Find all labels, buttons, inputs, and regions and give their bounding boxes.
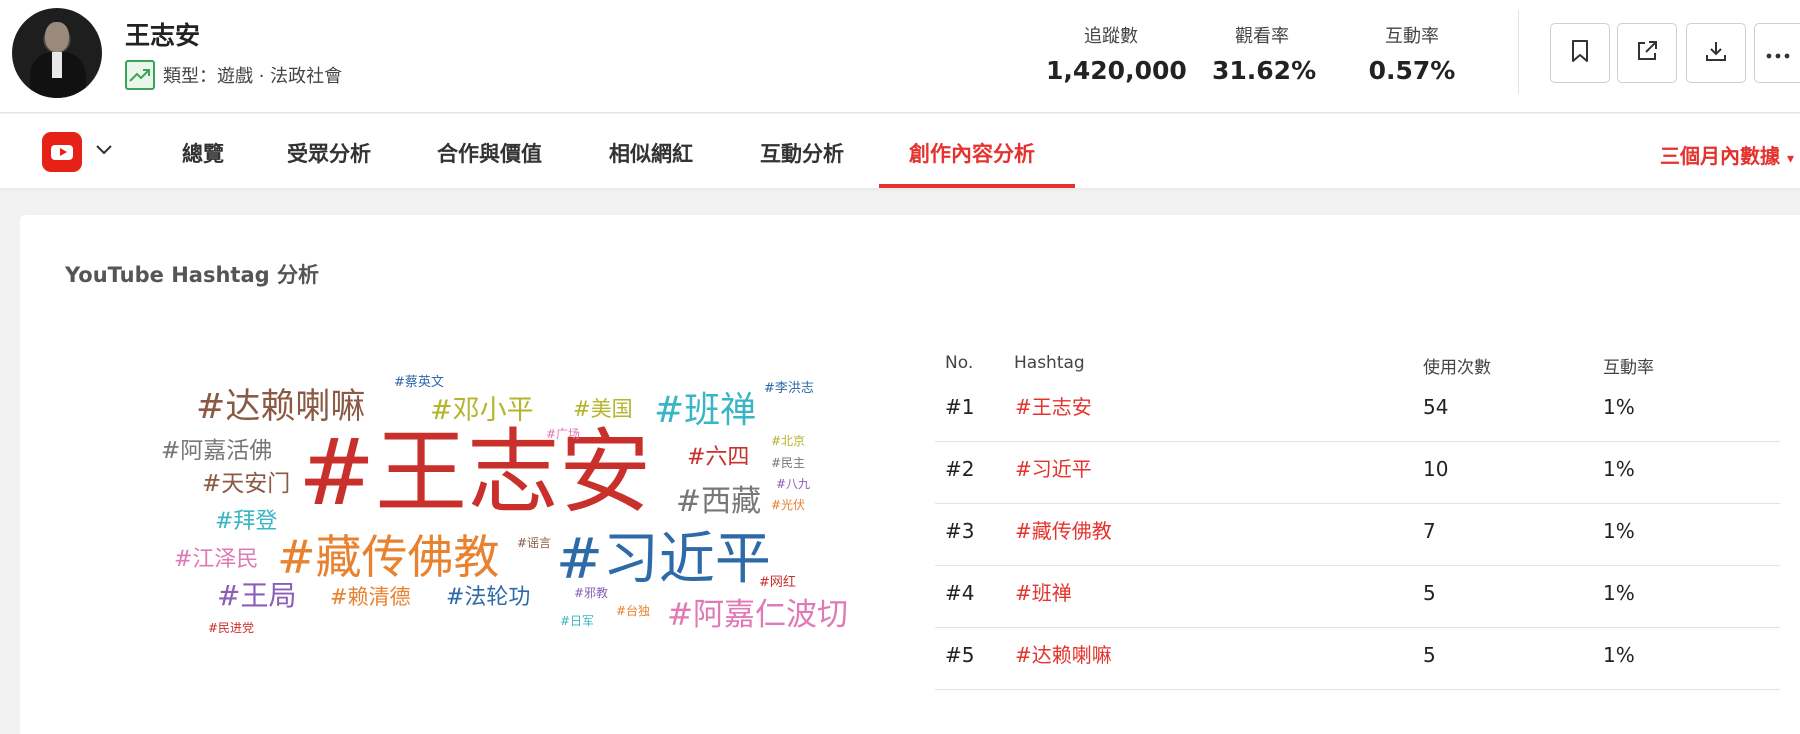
row-rate: 1% [1603,643,1635,667]
row-hashtag[interactable]: #班禅 [1015,566,1072,620]
cloud-word: #民主 [771,456,806,470]
stat-view-rate-value: 31.62% [1212,56,1317,85]
cloud-word: #北京 [771,434,806,448]
row-count: 5 [1423,643,1436,667]
period-label: 三個月內數據 [1660,144,1780,168]
row-count: 7 [1423,519,1436,543]
cloud-word: #广场 [546,427,581,441]
profile-type: 類型：遊戲 · 法政社會 [125,60,342,90]
cloud-word: #拜登 [215,509,278,534]
row-hashtag[interactable]: #习近平 [1015,442,1092,496]
profile-header: 王志安 類型：遊戲 · 法政社會 追蹤數 1,420,000 觀看率 31.62… [0,0,1800,113]
header-divider [1518,10,1519,94]
cloud-word: #六四 [687,445,750,470]
cloud-word: #西藏 [676,484,762,519]
share-button[interactable] [1617,23,1677,83]
hashtag-word-cloud: #王志安 #习近平 #藏传佛教 #达赖喇嘛 #班禅 #阿嘉仁波切 #邓小平 #西… [20,215,900,734]
row-number: #4 [945,581,975,605]
chevron-down-icon[interactable] [94,142,114,161]
row-rate: 1% [1603,457,1635,481]
tab-bar: 總覽 受眾分析 合作與價值 相似網紅 互動分析 創作內容分析 三個月內數據 ▾ [0,114,1800,188]
hashtag-card: YouTube Hashtag 分析 #王志安 #习近平 #藏传佛教 #达赖喇嘛… [20,215,1800,734]
cloud-word: #王志安 [298,419,652,526]
row-number: #5 [945,643,975,667]
stat-followers-value: 1,420,000 [1046,56,1187,85]
cloud-word: #班禅 [654,390,757,431]
period-selector[interactable]: 三個月內數據 ▾ [1660,140,1794,169]
cloud-word: #日军 [560,614,595,628]
row-count: 10 [1423,457,1449,481]
stat-engagement-rate-value: 0.57% [1368,56,1456,85]
tab-similar[interactable]: 相似網紅 [609,138,693,168]
bookmark-icon [1569,39,1591,67]
row-number: #1 [945,395,975,419]
table-row: #2 #习近平 10 1% [935,442,1780,504]
table-row: #4 #班禅 5 1% [935,566,1780,628]
avatar[interactable] [12,8,102,98]
cloud-word: #李洪志 [764,381,814,396]
cloud-word: #阿嘉仁波切 [667,597,848,633]
youtube-icon[interactable] [42,132,82,172]
active-tab-indicator [879,184,1075,188]
more-icon [1766,44,1790,63]
row-hashtag[interactable]: #王志安 [1015,380,1092,434]
trending-up-icon [125,60,155,90]
cloud-word: #谣言 [517,536,552,550]
stat-followers: 追蹤數 1,420,000 [1046,22,1187,85]
row-count: 54 [1423,395,1449,419]
tab-content-analysis[interactable]: 創作內容分析 [909,138,1035,168]
row-number: #3 [945,519,975,543]
external-link-icon [1635,39,1659,67]
table-row: #5 #达赖喇嘛 5 1% [935,628,1780,690]
cloud-word: #蔡英文 [394,375,444,390]
column-header-no: No. [945,353,974,373]
cloud-word: #美国 [573,397,633,421]
cloud-word: #阿嘉活佛 [161,438,273,464]
cloud-word: #网红 [759,575,796,590]
stat-engagement-rate: 互動率 0.57% [1362,22,1462,85]
stat-view-rate: 觀看率 31.62% [1212,22,1317,85]
tab-engagement[interactable]: 互動分析 [760,138,844,168]
row-hashtag[interactable]: #藏传佛教 [1015,504,1112,558]
stat-view-rate-label: 觀看率 [1235,26,1289,47]
cloud-word: #法轮功 [446,585,531,610]
cloud-word: #台独 [616,604,651,618]
tab-collaboration[interactable]: 合作與價值 [437,138,542,168]
row-rate: 1% [1603,519,1635,543]
cloud-word: #藏传佛教 [277,530,500,584]
cloud-word: #赖清德 [330,585,411,609]
cloud-word: #邓小平 [430,395,534,426]
cloud-word: #习近平 [556,527,771,592]
cloud-word: #江泽民 [174,547,259,572]
chevron-down-icon: ▾ [1786,151,1794,167]
stat-engagement-rate-label: 互動率 [1385,26,1439,47]
column-header-hashtag: Hashtag [1014,353,1085,373]
more-button[interactable] [1754,23,1800,83]
table-row: #3 #藏传佛教 7 1% [935,504,1780,566]
cloud-word: #达赖喇嘛 [196,387,366,427]
download-button[interactable] [1686,23,1746,83]
cloud-word: #王局 [217,579,297,612]
bookmark-button[interactable] [1550,23,1610,83]
tab-audience[interactable]: 受眾分析 [287,138,371,168]
row-rate: 1% [1603,581,1635,605]
download-icon [1704,39,1728,67]
row-hashtag[interactable]: #达赖喇嘛 [1015,628,1112,682]
row-number: #2 [945,457,975,481]
cloud-word: #天安门 [202,471,291,497]
profile-type-text: 類型：遊戲 · 法政社會 [163,66,343,87]
row-count: 5 [1423,581,1436,605]
tab-overview[interactable]: 總覽 [182,138,224,168]
cloud-word: #光伏 [771,498,806,512]
cloud-word: #八九 [776,477,811,491]
profile-name: 王志安 [125,21,201,50]
column-header-rate: 互動率 [1603,358,1654,378]
table-row: #1 #王志安 54 1% [935,380,1780,442]
stat-followers-label: 追蹤數 [1084,26,1138,47]
cloud-word: #邪教 [574,586,609,600]
cloud-word: #民进党 [208,621,255,635]
column-header-count: 使用次數 [1423,358,1491,378]
row-rate: 1% [1603,395,1635,419]
